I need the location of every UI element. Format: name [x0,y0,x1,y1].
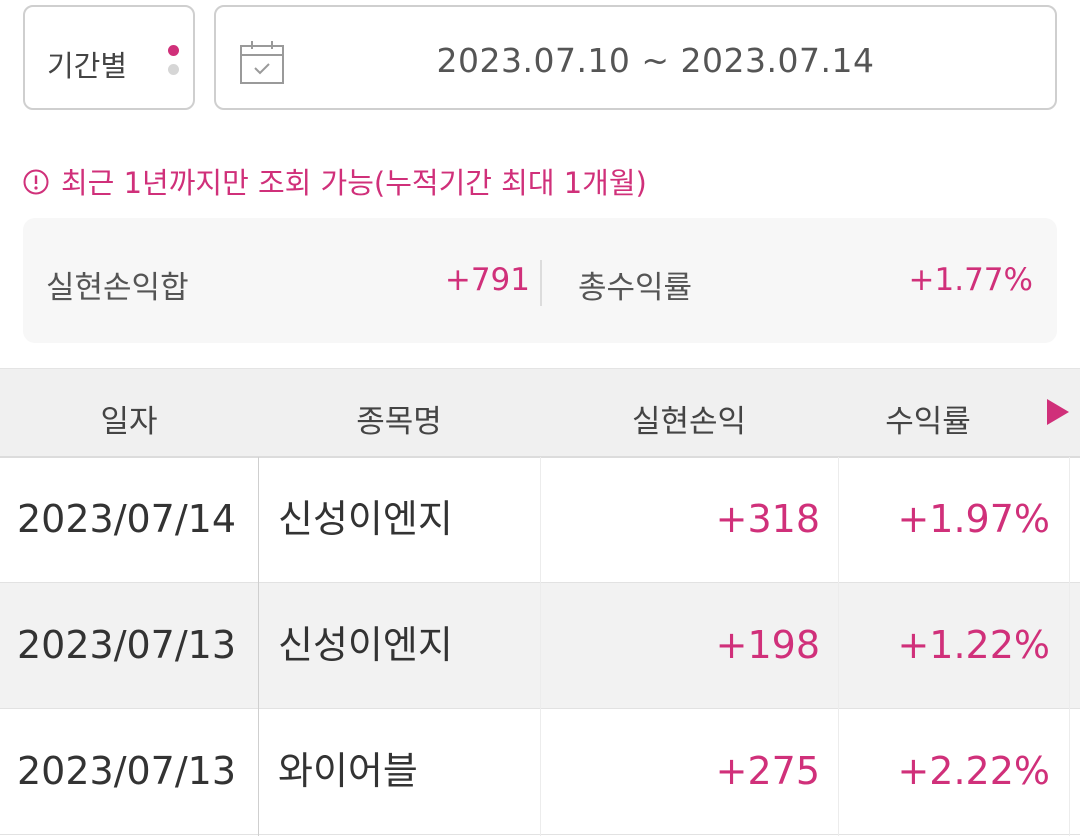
row-realized-pnl: +198 [715,623,820,667]
column-divider [540,457,541,836]
realized-pnl-value: +791 [444,262,530,298]
dot-active [168,45,179,56]
row-date: 2023/07/13 [17,623,237,667]
period-selector[interactable]: 기간별 [23,5,195,110]
row-stock-name: 와이어블 [278,749,418,793]
row-stock-name: 신성이엔지 [278,497,453,541]
date-range-picker[interactable]: 2023.07.10 ~ 2023.07.14 [214,5,1057,110]
header-return-rate: 수익률 [885,404,971,440]
row-return-rate: +1.22% [897,623,1050,667]
table-header: 일자 종목명 실현손익 수익률 [0,368,1080,458]
page: 기간별 2023.07.10 ~ 2023.07.14 최근 1년까지만 조회 … [0,0,1080,836]
column-divider [258,457,259,836]
total-return-label: 총수익률 [578,270,693,306]
date-range-text: 2023.07.10 ~ 2023.07.14 [436,41,875,80]
row-return-rate: +2.22% [897,749,1050,793]
row-date: 2023/07/13 [17,749,237,793]
dot-inactive [168,64,179,75]
dots-indicator-icon [168,45,180,79]
triangle-right-icon[interactable] [1045,397,1071,431]
summary-divider [540,260,542,306]
row-realized-pnl: +318 [715,497,820,541]
realized-pnl-label: 실현손익합 [46,270,189,306]
row-realized-pnl: +275 [715,749,820,793]
column-divider [838,457,839,836]
header-date: 일자 [100,404,158,440]
period-label: 기간별 [47,49,128,83]
row-return-rate: +1.97% [897,497,1050,541]
notice-text: 최근 1년까지만 조회 가능(누적기간 최대 1개월) [61,166,647,200]
header-stock-name: 종목명 [356,404,442,440]
total-return-value: +1.77% [908,262,1033,298]
column-divider [1069,457,1070,836]
row-date: 2023/07/14 [17,497,237,541]
lookup-notice: 최근 1년까지만 조회 가능(누적기간 최대 1개월) [23,163,647,200]
header-realized-pnl: 실현손익 [631,404,747,440]
summary-panel: 실현손익합 +791 총수익률 +1.77% [23,218,1057,343]
row-stock-name: 신성이엔지 [278,623,453,667]
info-circle-icon [23,168,49,195]
